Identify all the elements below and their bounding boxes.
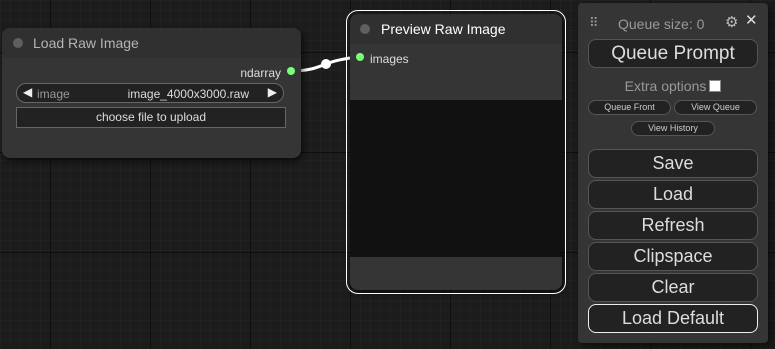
queue-size-label: Queue size: 0 (618, 16, 705, 32)
refresh-button[interactable]: Refresh (588, 211, 758, 240)
view-queue-button[interactable]: View Queue (674, 100, 757, 115)
load-raw-image-node[interactable]: Load Raw Image ndarray ◀ image image_400… (2, 28, 301, 158)
load-default-button[interactable]: Load Default (588, 304, 758, 333)
combo-left-arrow-icon[interactable]: ◀ (23, 85, 32, 99)
save-button[interactable]: Save (588, 149, 758, 178)
input-slot-dot[interactable] (356, 53, 364, 61)
choose-file-upload-button[interactable]: choose file to upload (16, 107, 286, 128)
output-slot-label: ndarray (240, 66, 281, 80)
node-title-bar[interactable]: Load Raw Image (2, 28, 301, 58)
combo-name: image (37, 87, 70, 101)
close-icon[interactable]: ✕ (745, 11, 758, 29)
link-center-handle (321, 59, 331, 69)
drag-handle-icon[interactable]: ⠿ (589, 15, 598, 31)
comfy-menu-panel: ⠿ Queue size: 0 ⚙ ✕ Queue Prompt Extra o… (578, 3, 768, 343)
gear-icon[interactable]: ⚙ (725, 13, 738, 31)
output-slot-dot[interactable] (287, 67, 295, 75)
clear-button[interactable]: Clear (588, 273, 758, 302)
combo-right-arrow-icon[interactable]: ▶ (268, 85, 277, 99)
image-preview-area (350, 100, 562, 257)
collapse-dot[interactable] (13, 38, 23, 48)
preview-raw-image-node[interactable]: Preview Raw Image images (346, 10, 566, 294)
queue-front-button[interactable]: Queue Front (588, 100, 671, 115)
load-button[interactable]: Load (588, 180, 758, 209)
input-slot-label: images (370, 52, 409, 66)
image-combo-widget[interactable]: ◀ image image_4000x3000.raw ▶ (16, 83, 284, 103)
collapse-dot[interactable] (360, 24, 370, 34)
queue-prompt-button[interactable]: Queue Prompt (588, 39, 758, 68)
extra-options-label: Extra options (624, 78, 707, 94)
node-title: Preview Raw Image (381, 21, 506, 37)
view-history-button[interactable]: View History (631, 121, 715, 136)
node-title-bar[interactable]: Preview Raw Image (350, 14, 562, 44)
extra-options-row: Extra options (578, 78, 768, 94)
node-title: Load Raw Image (33, 35, 139, 51)
clipspace-button[interactable]: Clipspace (588, 242, 758, 271)
extra-options-checkbox[interactable] (709, 80, 722, 92)
combo-value: image_4000x3000.raw (127, 87, 249, 101)
